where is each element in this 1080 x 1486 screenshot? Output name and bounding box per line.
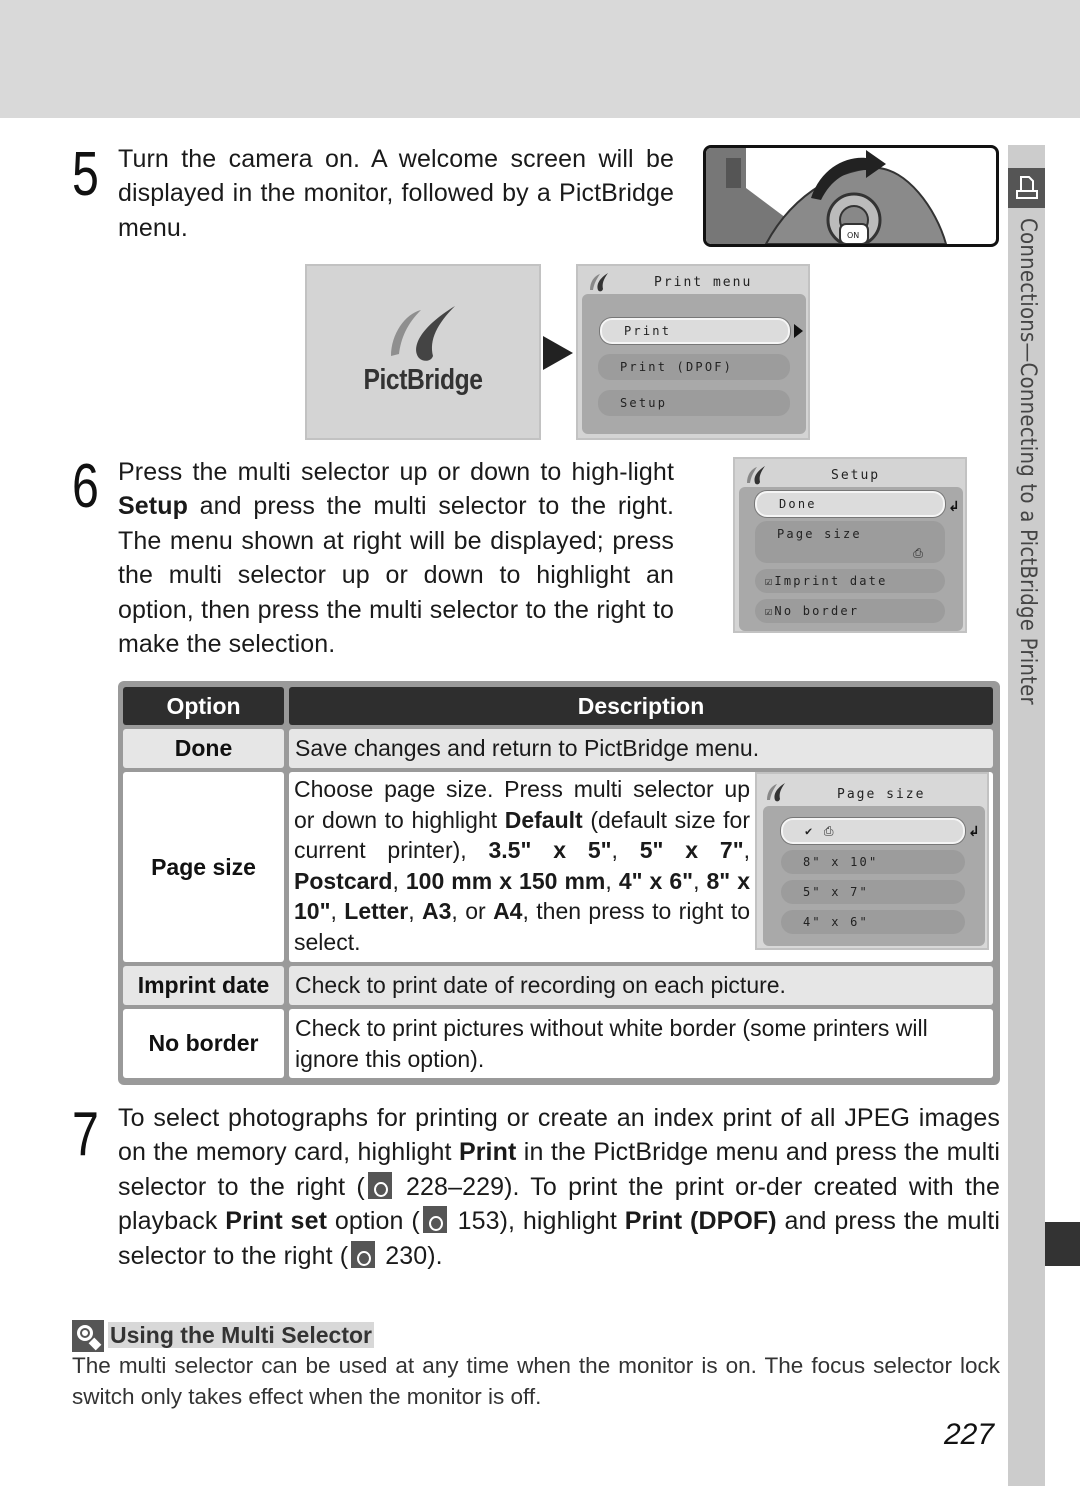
pictbridge-welcome-screen: PictBridge <box>305 264 541 440</box>
print-menu-title: Print menu <box>654 275 753 290</box>
page-size-item-5x7[interactable]: 5" x 7" <box>781 880 965 904</box>
page-size-menu-screen: Page size ✔ ⎙ ↲ 8" x 10" 5" x 7" 4" x 6" <box>755 772 989 950</box>
text-run: 230). <box>378 1241 443 1270</box>
setup-menu-item-no-border[interactable]: ☑No border <box>755 599 945 623</box>
bold-term: Letter <box>344 898 409 924</box>
svg-text:ON: ON <box>847 231 859 240</box>
print-menu-item-setup[interactable]: Setup <box>598 390 790 416</box>
text-run: , or <box>451 898 494 924</box>
page-size-item-default[interactable]: ✔ ⎙ <box>781 818 965 844</box>
pictbridge-logo-icon <box>391 306 455 361</box>
table-row-option: Page size <box>123 772 284 962</box>
print-menu-item-print[interactable]: Print <box>600 318 790 344</box>
pictbridge-logo-icon <box>767 783 785 802</box>
chapter-title: Connections—Connecting to a PictBridge P… <box>1010 218 1046 798</box>
text-run: , <box>605 867 619 894</box>
chapter-title-text: Connections—Connecting to a PictBridge P… <box>1015 218 1040 705</box>
bold-term: 4" x 6" <box>618 867 694 894</box>
step-7-text: To select photographs for printing or cr… <box>118 1101 1000 1273</box>
bold-term: 5" x 7" <box>639 837 744 863</box>
table-header-description: Description <box>289 687 993 725</box>
tip-magnifier-icon <box>72 1320 104 1352</box>
step-5-number: 5 <box>72 140 99 209</box>
text-run: , <box>330 898 345 924</box>
bold-term: Print <box>458 1138 517 1167</box>
text-run: , <box>611 837 640 863</box>
enter-icon: ↲ <box>968 824 980 840</box>
reference-icon <box>422 1206 447 1234</box>
table-row-description: Choose page size. Press multi selector u… <box>294 774 750 957</box>
text-run: , <box>392 867 406 894</box>
page-tab-marker <box>1045 1222 1080 1266</box>
reference-icon <box>351 1240 376 1268</box>
enter-icon: ↲ <box>948 499 960 515</box>
tip-title: Using the Multi Selector <box>108 1322 374 1348</box>
setup-menu-item-imprint-date[interactable]: ☑Imprint date <box>755 569 945 593</box>
step-6-text: Press the multi selector up or down to h… <box>118 458 674 659</box>
pictbridge-logo-icon <box>590 273 608 292</box>
setup-menu-title: Setup <box>831 468 881 483</box>
setup-menu-item-page-size[interactable]: Page size ⎙ <box>755 521 945 563</box>
submenu-arrow-icon <box>794 324 803 338</box>
reference-icon <box>367 1171 392 1199</box>
text-run: , <box>743 837 751 863</box>
header-band <box>0 0 1080 118</box>
bold-term: Print set <box>225 1207 327 1236</box>
table-row-option: No border <box>123 1009 284 1078</box>
camera-power-switch-illustration: ON <box>703 145 999 247</box>
text-run: option ( <box>327 1207 420 1236</box>
bold-term: A3 <box>422 898 452 924</box>
step-5-text: Turn the camera on. A welcome screen wil… <box>118 145 674 242</box>
page-size-item-8x10[interactable]: 8" x 10" <box>781 850 965 874</box>
page-number: 227 <box>944 1418 995 1451</box>
arrow-right-icon <box>543 336 573 370</box>
printer-default-icon: ⎙ <box>913 546 925 560</box>
tip-body: The multi selector can be used at any ti… <box>72 1353 1000 1409</box>
text-run: , <box>693 867 707 894</box>
pictbridge-logo-text: PictBridge <box>363 364 483 396</box>
table-row-description: Check to print pictures without white bo… <box>289 1009 993 1078</box>
printer-icon <box>1008 168 1045 208</box>
setup-menu-item-done[interactable]: Done <box>755 491 945 517</box>
table-row-description: Check to print date of recording on each… <box>289 966 993 1005</box>
bold-term: A4 <box>493 898 523 924</box>
bold-term: 3.5" x 5" <box>488 837 612 863</box>
setup-menu-screen: Setup Done ↲ Page size ⎙ ☑Imprint date ☑N… <box>733 457 967 633</box>
table-row-description: Save changes and return to PictBridge me… <box>289 729 993 768</box>
table-header-option: Option <box>123 687 284 725</box>
step-7-number: 7 <box>72 1100 99 1169</box>
bold-term: Print (DPOF) <box>624 1207 777 1236</box>
table-row-option: Imprint date <box>123 966 284 1005</box>
bold-term: Default <box>504 806 583 833</box>
bold-term: 100 mm x 150 mm <box>405 867 606 894</box>
step-6-number: 6 <box>72 452 99 521</box>
bold-term: Postcard <box>294 867 393 894</box>
pictbridge-logo-icon <box>747 466 765 485</box>
table-row-option: Done <box>123 729 284 768</box>
print-menu-item-print-dpof[interactable]: Print (DPOF) <box>598 354 790 380</box>
text-run: 153), highlight <box>449 1207 625 1236</box>
page-size-item-4x6[interactable]: 4" x 6" <box>781 910 965 934</box>
text-run: , <box>408 898 422 924</box>
print-menu-screen: Print menu Print Print (DPOF) Setup <box>576 264 810 440</box>
page-size-menu-title: Page size <box>837 787 926 802</box>
